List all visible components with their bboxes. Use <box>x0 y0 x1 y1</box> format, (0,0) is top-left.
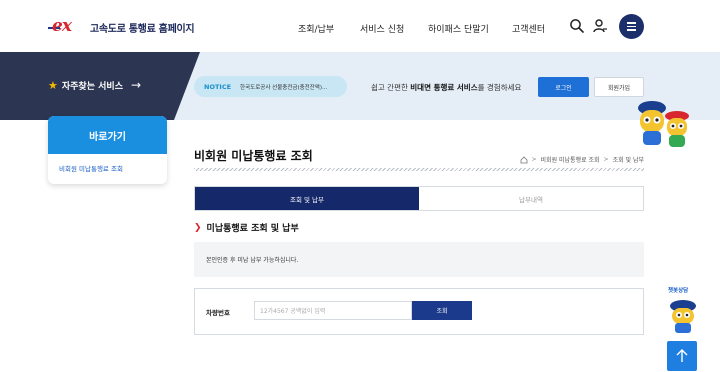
quick-link-unpaid-toll[interactable]: 비회원 미납통행료 조회 <box>48 154 167 173</box>
promo-text: 쉽고 간편한 비대면 통행료 서비스를 경험하세요 <box>371 83 522 92</box>
tab-bar: 조회 및 납부 납부내역 <box>194 186 644 211</box>
signup-button[interactable]: 회원가입 <box>594 77 644 97</box>
arrow-up-icon <box>676 349 688 362</box>
notice-tag: NOTICE <box>204 82 232 91</box>
chevron-right-icon: > <box>603 156 609 163</box>
title-divider <box>194 168 644 171</box>
login-button[interactable]: 로그인 <box>538 77 589 97</box>
chevron-icon: ❯ <box>194 222 202 233</box>
favorites-label: 자주찾는 서비스 <box>61 81 123 92</box>
home-icon[interactable] <box>520 155 528 164</box>
mascot-characters-image <box>636 98 692 150</box>
notice-text: 한국도로공사 선불충전금(충전잔액)... <box>240 84 328 91</box>
chevron-right-icon: > <box>531 156 537 163</box>
favorites-link[interactable]: ★ 자주찾는 서비스 → <box>48 78 141 92</box>
search-button[interactable]: 조회 <box>412 301 472 320</box>
tab-payment-history[interactable]: 납부내역 <box>419 187 643 210</box>
search-icon[interactable] <box>569 18 585 34</box>
breadcrumb-item[interactable]: 비회원 미납통행료 조회 <box>541 155 600 164</box>
vehicle-number-label: 차량번호 <box>206 309 230 317</box>
quick-links-panel: 바로가기 비회원 미납통행료 조회 <box>48 116 167 184</box>
site-logo[interactable]: ex 고속도로 통행료 홈페이지 <box>48 17 195 36</box>
nav-item-hipass-device[interactable]: 하이패스 단말기 <box>428 22 489 35</box>
star-icon: ★ <box>48 78 58 92</box>
nav-item-customer-center[interactable]: 고객센터 <box>512 22 545 35</box>
notice-ticker[interactable]: NOTICE 한국도로공사 선불충전금(충전잔액)... <box>194 76 347 97</box>
site-header: ex 고속도로 통행료 홈페이지 조회/납부 서비스 신청 하이패스 단말기 고… <box>0 0 720 52</box>
section-title: ❯ 미납통행료 조회 및 납부 <box>194 222 299 235</box>
breadcrumb: > 비회원 미납통행료 조회 > 조회 및 납부 <box>520 155 644 164</box>
vehicle-search-form: 차량번호 12가4567 공백없이 입력 조회 <box>194 288 644 335</box>
chatbot-mascot-icon[interactable] <box>668 299 698 333</box>
vehicle-number-input[interactable]: 12가4567 공백없이 입력 <box>254 301 412 320</box>
arrow-right-icon: → <box>130 78 142 92</box>
info-box: 본인인증 후 미납 납부 가능하십니다. <box>194 242 644 277</box>
menu-icon[interactable] <box>619 14 644 39</box>
breadcrumb-current: 조회 및 납부 <box>612 157 644 164</box>
nav-item-service-apply[interactable]: 서비스 신청 <box>360 22 404 35</box>
chatbot-label[interactable]: 챗봇상담 <box>668 286 688 294</box>
nav-item-inquiry-payment[interactable]: 조회/납부 <box>298 22 334 35</box>
logo-text: 고속도로 통행료 홈페이지 <box>90 23 195 35</box>
scroll-top-button[interactable] <box>667 341 697 371</box>
ex-logo-icon: ex <box>48 17 86 36</box>
user-icon[interactable] <box>592 18 608 34</box>
tab-inquiry-payment[interactable]: 조회 및 납부 <box>195 187 419 210</box>
page-title: 비회원 미납통행료 조회 <box>194 149 313 163</box>
quick-links-title: 바로가기 <box>48 116 167 154</box>
